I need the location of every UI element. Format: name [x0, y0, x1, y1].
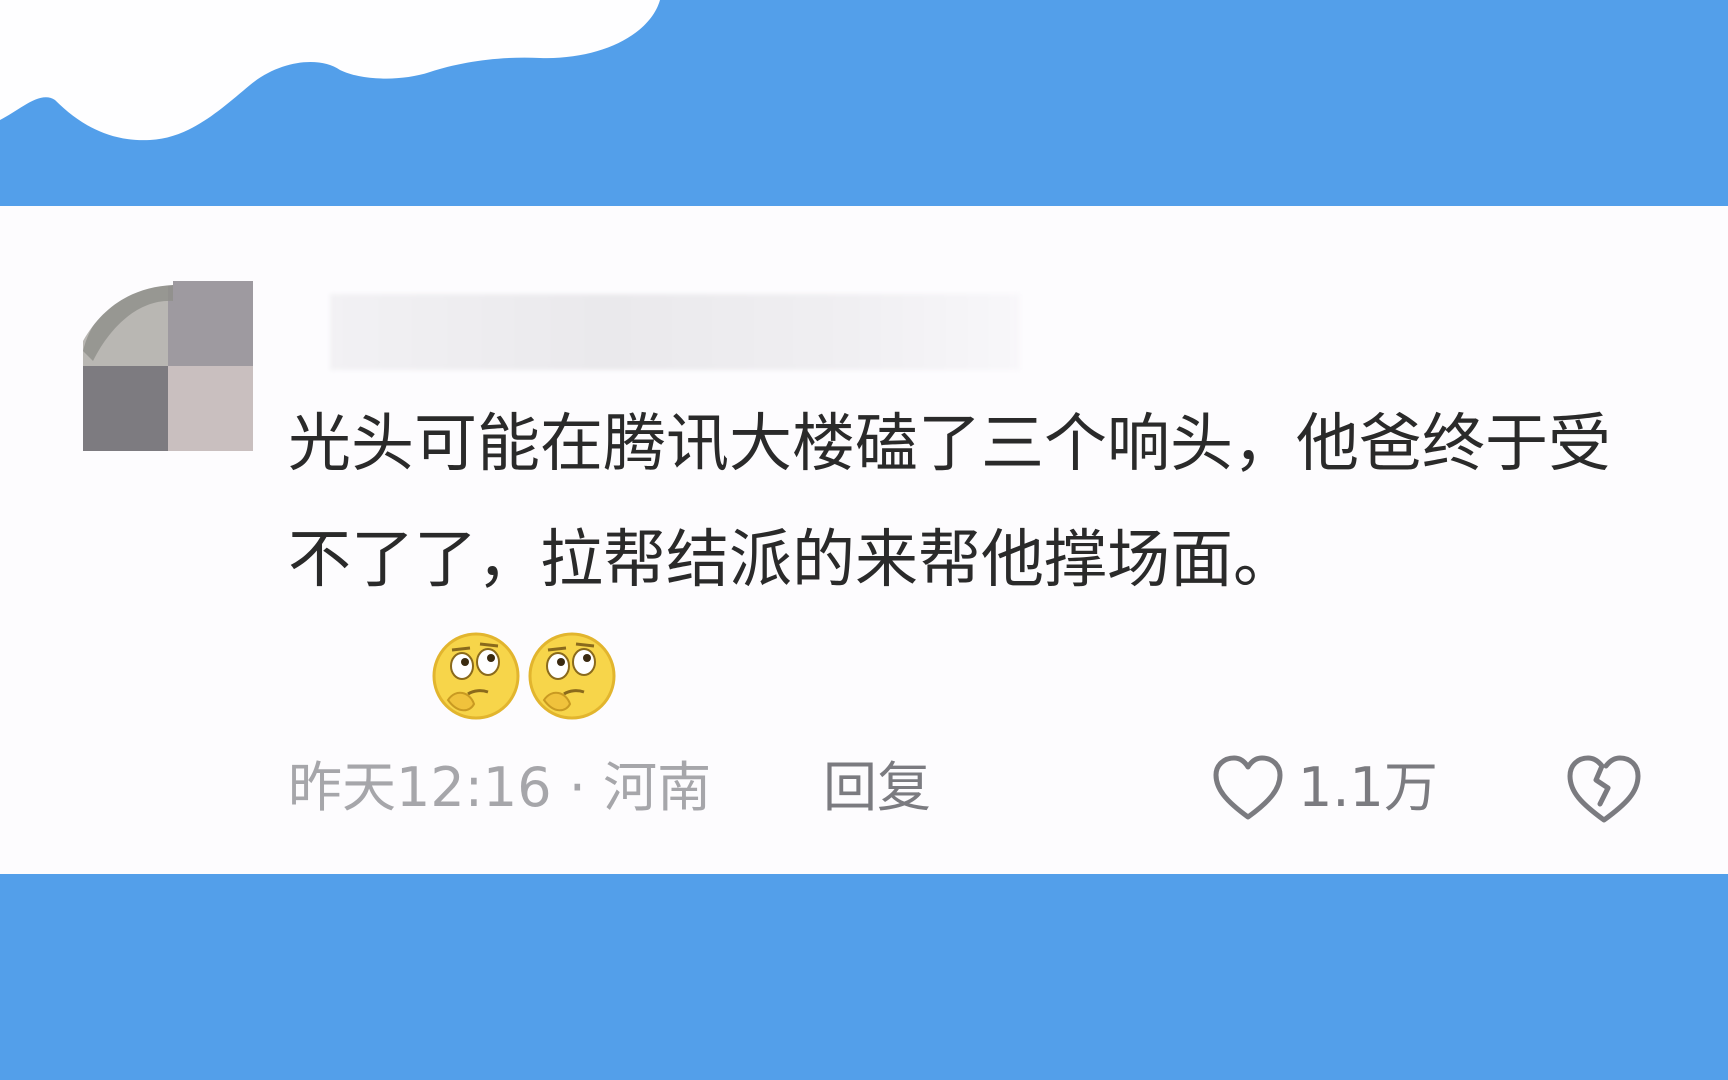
avatar-arc-icon — [83, 281, 173, 361]
like-button[interactable]: 1.1万 — [1212, 752, 1438, 824]
like-count: 1.1万 — [1298, 756, 1438, 819]
comment-text: 光头可能在腾讯大楼磕了三个响头，他爸终于受不了了，拉帮结派的来帮他撑场面。 — [288, 407, 1611, 596]
top-background-band — [0, 0, 1728, 206]
username-blurred[interactable] — [330, 294, 1020, 370]
thinking-face-icon — [528, 632, 616, 720]
comment-card: 光头可能在腾讯大楼磕了三个响头，他爸终于受不了了，拉帮结派的来帮他撑场面。 昨天… — [0, 206, 1728, 874]
avatar[interactable] — [83, 281, 253, 451]
comment-time: 昨天12:16 — [288, 756, 552, 819]
heart-outline-icon — [1213, 755, 1283, 820]
comment-location: 河南 — [603, 756, 712, 819]
meta-separator: · — [568, 756, 586, 819]
broken-heart-icon[interactable] — [1566, 754, 1642, 824]
bottom-background-band — [0, 874, 1728, 1080]
thinking-face-icon — [432, 632, 520, 720]
comment-meta: 昨天12:16 · 河南 — [288, 754, 711, 822]
reply-button[interactable]: 回复 — [823, 754, 931, 822]
cloud-decoration — [0, 0, 660, 141]
